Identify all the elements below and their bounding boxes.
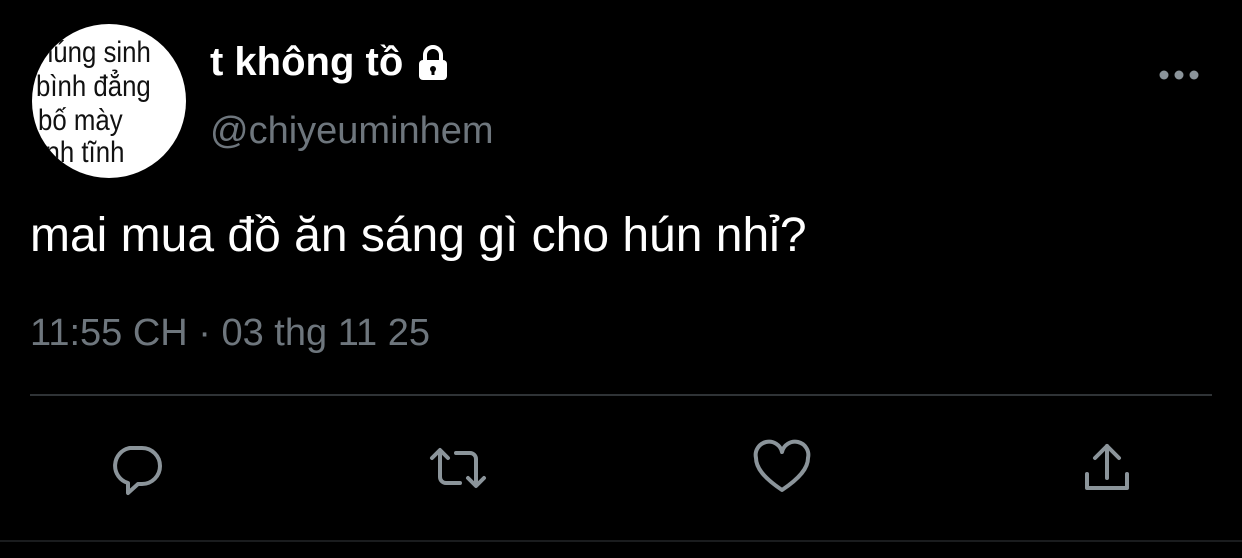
tweet-text: mai mua đồ ăn sáng gì cho hún nhỉ? [30, 209, 807, 262]
retweet-icon [430, 448, 486, 488]
comment-icon [113, 446, 162, 495]
avatar-text-line: bình tĩnh [32, 136, 125, 169]
like-button[interactable] [750, 436, 814, 500]
share-icon [1085, 444, 1129, 490]
avatar-text-line: bố mày [38, 104, 123, 137]
share-button[interactable] [1075, 436, 1139, 500]
lock-icon [413, 43, 453, 83]
heart-icon [753, 439, 811, 492]
avatar-text-line: bình đẳng [36, 70, 151, 103]
avatar[interactable]: chúng sinh bình đẳng bố mày bình tĩnh [32, 24, 186, 178]
user-handle[interactable]: @chiyeuminhem [210, 110, 494, 153]
retweet-button[interactable] [426, 436, 490, 500]
reply-button[interactable] [104, 436, 168, 500]
display-name[interactable]: t không tồ [210, 40, 403, 85]
tweet-timestamp[interactable]: 11:55 CH · 03 thg 11 25 [30, 312, 430, 355]
more-options-icon[interactable] [1158, 66, 1200, 84]
display-name-row[interactable]: t không tồ [210, 40, 453, 85]
divider [30, 394, 1212, 396]
bottom-border [0, 540, 1242, 542]
avatar-text-line: chúng sinh [32, 36, 151, 69]
